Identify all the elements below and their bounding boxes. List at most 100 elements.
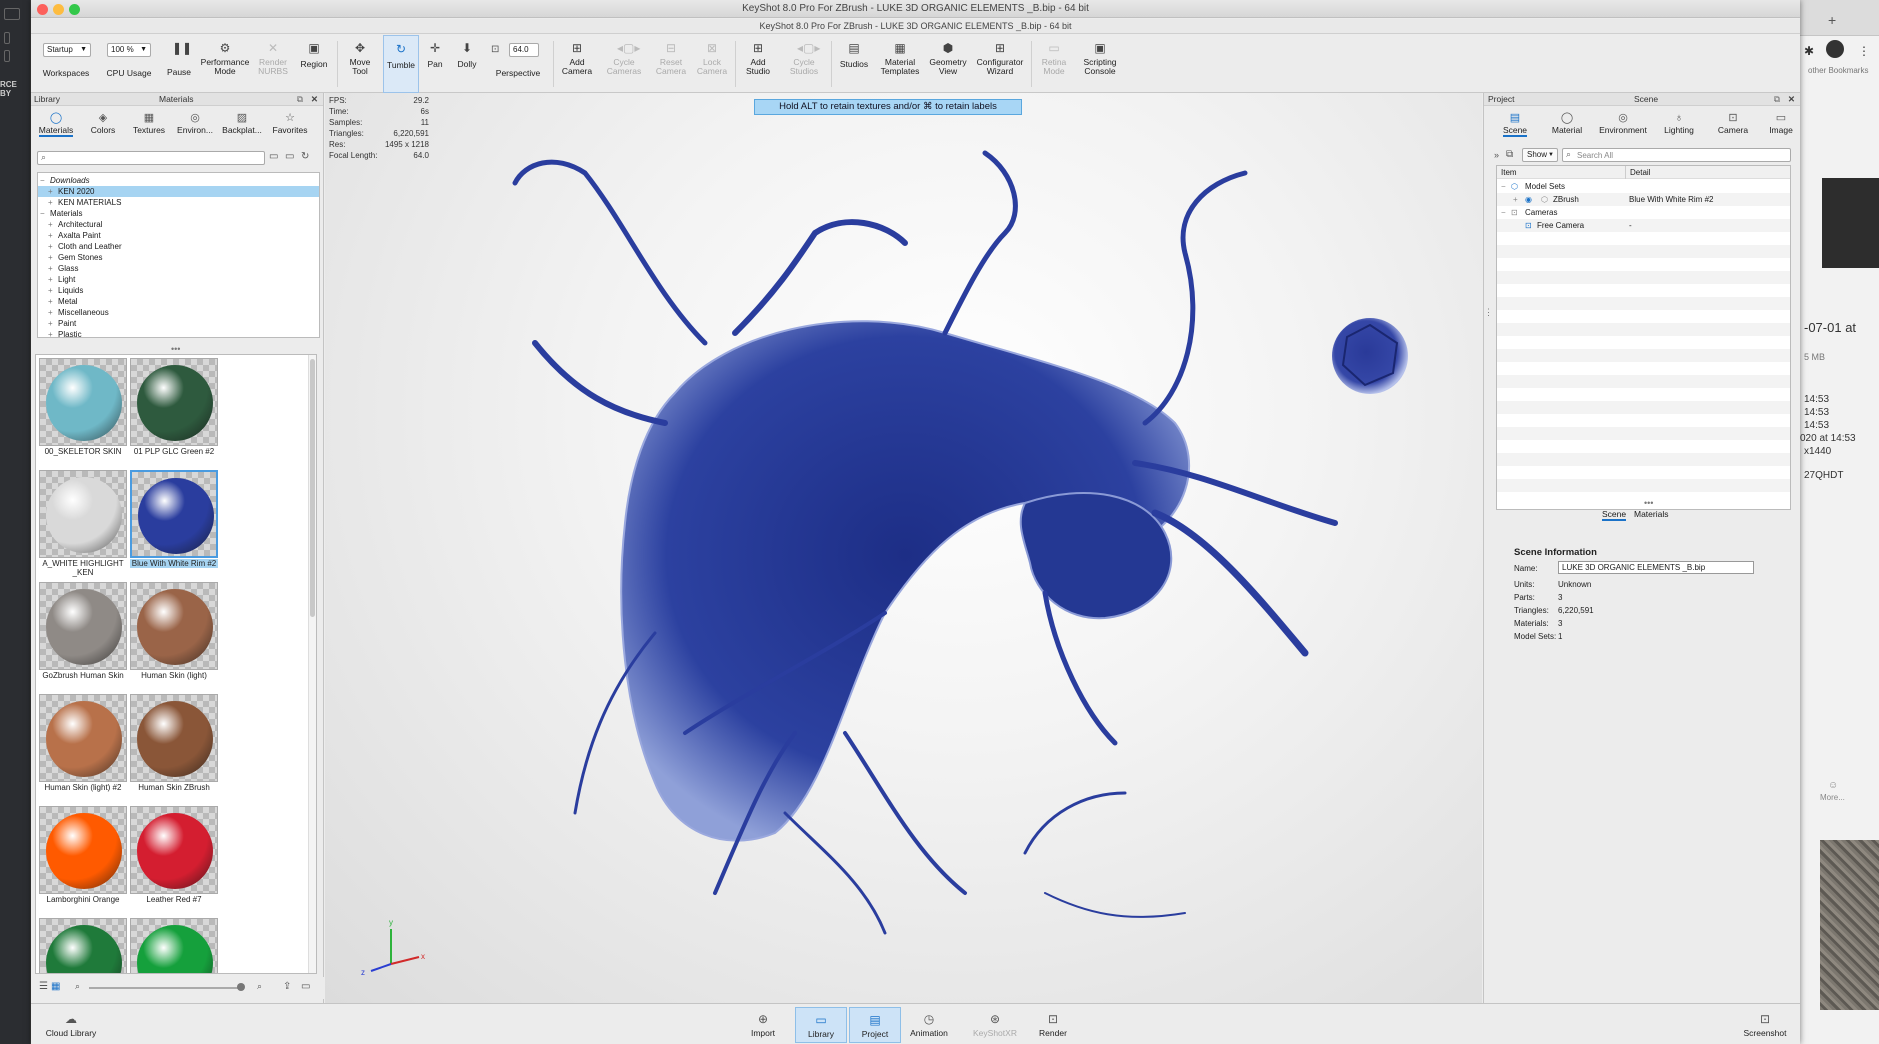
move-tool-button[interactable]: ✥ Move Tool	[341, 35, 379, 93]
animation-button[interactable]: ◷ Animation	[903, 1007, 955, 1043]
tab-image[interactable]: ▭ Image	[1762, 109, 1800, 139]
tree-item[interactable]: + KEN MATERIALS	[38, 197, 319, 208]
tab-material[interactable]: ◯ Material	[1542, 109, 1592, 139]
expand-icon[interactable]: +	[48, 219, 53, 230]
tab-colors[interactable]: ◈ Colors	[81, 109, 125, 139]
visibility-eye-icon[interactable]: ◉	[1525, 193, 1532, 206]
cycle-cameras-button[interactable]: ◂▢▸ Cycle Cameras	[601, 35, 647, 93]
import-folder-icon[interactable]: ▭	[285, 151, 294, 162]
tab-lighting[interactable]: ♁ Lighting	[1654, 109, 1704, 139]
tree-item[interactable]: − Materials	[38, 208, 319, 219]
material-tile[interactable]: Lamborghini Orange	[39, 806, 127, 914]
dolly-button[interactable]: ⬇ Dolly	[451, 35, 483, 93]
render-nurbs-button[interactable]: ✕ Render NURBS	[253, 35, 293, 93]
close-panel-icon[interactable]: ✕	[311, 93, 318, 106]
thumbnail-size-slider[interactable]	[89, 983, 245, 991]
expand-icon[interactable]: +	[48, 263, 53, 274]
undock-icon[interactable]: ⧉	[1774, 93, 1780, 106]
column-header-detail[interactable]: Detail	[1625, 166, 1650, 179]
tree-row-cameras[interactable]: − ⊡ Cameras	[1497, 206, 1790, 219]
more-text[interactable]: More...	[1820, 793, 1845, 802]
import-button[interactable]: ⊕ Import	[737, 1007, 789, 1043]
upload-icon[interactable]: ⇪	[283, 981, 291, 992]
subtab-materials[interactable]: Materials	[1634, 509, 1668, 519]
splitter-handle[interactable]: •••	[171, 344, 180, 354]
zoom-in-icon[interactable]: ⌕	[257, 981, 262, 992]
tumble-button[interactable]: ↻ Tumble	[383, 35, 419, 93]
reset-camera-button[interactable]: ⊟ Reset Camera	[651, 35, 691, 93]
tab-camera[interactable]: ⊡ Camera	[1708, 109, 1758, 139]
collapse-icon[interactable]: −	[1501, 180, 1506, 193]
keyshotxr-button[interactable]: ⊛ KeyShotXR	[965, 1007, 1025, 1043]
expand-icon[interactable]: +	[48, 186, 53, 197]
tree-item[interactable]: + Cloth and Leather	[38, 241, 319, 252]
undock-icon[interactable]: ⧉	[297, 93, 303, 106]
expand-icon[interactable]: +	[48, 307, 53, 318]
refresh-icon[interactable]: ↻	[301, 151, 309, 162]
pan-button[interactable]: ✛ Pan	[421, 35, 449, 93]
expand-icon[interactable]: +	[48, 230, 53, 241]
tree-item[interactable]: − Downloads	[38, 175, 319, 186]
grid-scrollbar[interactable]	[308, 355, 316, 973]
cloud-library-button[interactable]: ☁ Cloud Library	[41, 1007, 101, 1043]
grid-view-icon[interactable]: ▦	[51, 981, 60, 992]
expand-icon[interactable]: +	[48, 329, 53, 337]
scripting-console-button[interactable]: ▣ Scripting Console	[1077, 35, 1123, 93]
scene-name-field[interactable]: LUKE 3D ORGANIC ELEMENTS _B.bip	[1558, 561, 1754, 574]
collapse-icon[interactable]: −	[1501, 206, 1506, 219]
collapse-icon[interactable]: −	[40, 175, 45, 186]
tree-item[interactable]: + Glass	[38, 263, 319, 274]
library-button[interactable]: ▭ Library	[795, 1007, 847, 1043]
folder-icon[interactable]: ▭	[269, 151, 278, 162]
splitter-handle[interactable]: •••	[1644, 498, 1653, 508]
tree-item[interactable]: + Architectural	[38, 219, 319, 230]
tree-item[interactable]: + Miscellaneous	[38, 307, 319, 318]
scrollbar-thumb[interactable]	[310, 359, 315, 617]
panel-resize-handle[interactable]: ⋮	[1484, 307, 1493, 318]
pause-button[interactable]: ❚❚ Pause	[161, 35, 197, 93]
lock-camera-button[interactable]: ⊠ Lock Camera	[693, 35, 731, 93]
render-button[interactable]: ⊡ Render	[1027, 1007, 1079, 1043]
performance-mode-button[interactable]: ⚙ Performance Mode	[199, 35, 251, 93]
library-search-input[interactable]: ⌕	[37, 151, 265, 165]
more-menu-icon[interactable]: ⋮	[1858, 44, 1870, 58]
tab-scene[interactable]: ▤ Scene	[1492, 109, 1538, 139]
avatar-icon[interactable]	[1826, 40, 1844, 58]
extension-icon[interactable]: ✱	[1804, 44, 1814, 58]
material-tile[interactable]: Leather Red #7	[130, 806, 218, 914]
region-button[interactable]: ▣ Region	[295, 35, 333, 93]
collapse-tree-icon[interactable]: »	[1494, 150, 1499, 160]
expand-icon[interactable]: +	[48, 197, 53, 208]
configurator-wizard-button[interactable]: ⊞ Configurator Wizard	[973, 35, 1027, 93]
tree-item[interactable]: + Plastic	[38, 329, 319, 337]
zoom-out-icon[interactable]: ⌕	[75, 981, 80, 992]
folder-icon[interactable]: ▭	[301, 981, 310, 992]
material-tile[interactable]: Blue With White Rim #2	[130, 470, 218, 578]
slider-thumb[interactable]	[237, 983, 245, 991]
perspective-button[interactable]: Perspective	[487, 35, 549, 93]
material-tile[interactable]: Human Skin ZBrush	[130, 694, 218, 802]
retina-mode-button[interactable]: ▭ Retina Mode	[1035, 35, 1073, 93]
close-panel-icon[interactable]: ✕	[1788, 93, 1795, 106]
tree-row-zbrush[interactable]: + ◉ ⬡ ZBrush Blue With White Rim #2	[1497, 193, 1790, 206]
expand-icon[interactable]: +	[48, 252, 53, 263]
tab-environment[interactable]: ◎ Environment	[1594, 109, 1652, 139]
tree-item[interactable]: + Metal	[38, 296, 319, 307]
project-button[interactable]: ▤ Project	[849, 1007, 901, 1043]
tree-item[interactable]: + KEN 2020	[38, 186, 319, 197]
tree-item[interactable]: + Paint	[38, 318, 319, 329]
material-tile[interactable]: A_WHITE HIGHLIGHT _KEN	[39, 470, 127, 578]
add-camera-button[interactable]: ⊞ Add Camera	[557, 35, 597, 93]
collapse-icon[interactable]: −	[40, 208, 45, 219]
tree-item[interactable]: + Liquids	[38, 285, 319, 296]
material-tile[interactable]	[130, 918, 218, 973]
tab-favorites[interactable]: ☆ Favorites	[267, 109, 313, 139]
organic-model-render[interactable]: y x z	[325, 93, 1482, 1003]
render-viewport[interactable]: FPS: 29.2 Time: 6s Samples: 11 Triangles: 6,220…	[325, 93, 1482, 1003]
material-tile[interactable]: 00_SKELETOR SKIN	[39, 358, 127, 466]
expand-icon[interactable]: +	[48, 241, 53, 252]
list-view-icon[interactable]: ☰	[39, 981, 48, 992]
cycle-studios-button[interactable]: ◂▢▸ Cycle Studios	[781, 35, 827, 93]
column-header-item[interactable]: Item	[1501, 166, 1517, 179]
tree-row-model-sets[interactable]: − ⬡ Model Sets	[1497, 180, 1790, 193]
